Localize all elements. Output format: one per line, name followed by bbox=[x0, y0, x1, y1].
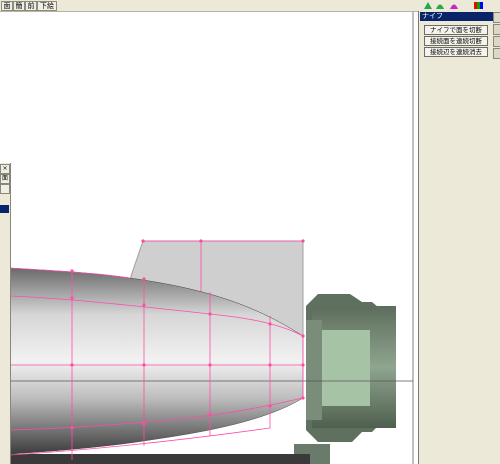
side-tab-2[interactable] bbox=[493, 24, 500, 35]
color-swatch-icon[interactable] bbox=[474, 2, 483, 9]
side-tab-1[interactable] bbox=[493, 12, 500, 23]
continuous-edge-delete-button[interactable]: 接続辺を連続消去 bbox=[424, 47, 488, 57]
left-panel-close-button[interactable]: × bbox=[0, 164, 10, 174]
knife-cut-face-button[interactable]: ナイフで面を切断 bbox=[424, 25, 488, 35]
face-mode-button[interactable]: 面 bbox=[1, 1, 13, 11]
green-mound-icon[interactable] bbox=[436, 2, 444, 9]
tool-panel bbox=[418, 11, 500, 464]
magenta-mound-icon[interactable] bbox=[450, 2, 458, 9]
background-image-button[interactable]: 下絵 bbox=[37, 1, 57, 11]
left-panel-selected-item[interactable] bbox=[0, 205, 9, 213]
simple-mode-button[interactable]: 簡 bbox=[13, 1, 25, 11]
side-tab-3[interactable] bbox=[493, 36, 500, 47]
knife-panel-title: ナイフ bbox=[420, 12, 495, 21]
continuous-face-cut-button[interactable]: 接続面を連続切断 bbox=[424, 36, 488, 46]
side-tab-4[interactable] bbox=[493, 48, 500, 59]
left-panel-mode-label: 面 bbox=[0, 174, 10, 184]
left-panel-button[interactable] bbox=[0, 184, 10, 194]
green-triangle-icon[interactable] bbox=[424, 2, 432, 9]
front-mode-button[interactable]: 前 bbox=[25, 1, 37, 11]
